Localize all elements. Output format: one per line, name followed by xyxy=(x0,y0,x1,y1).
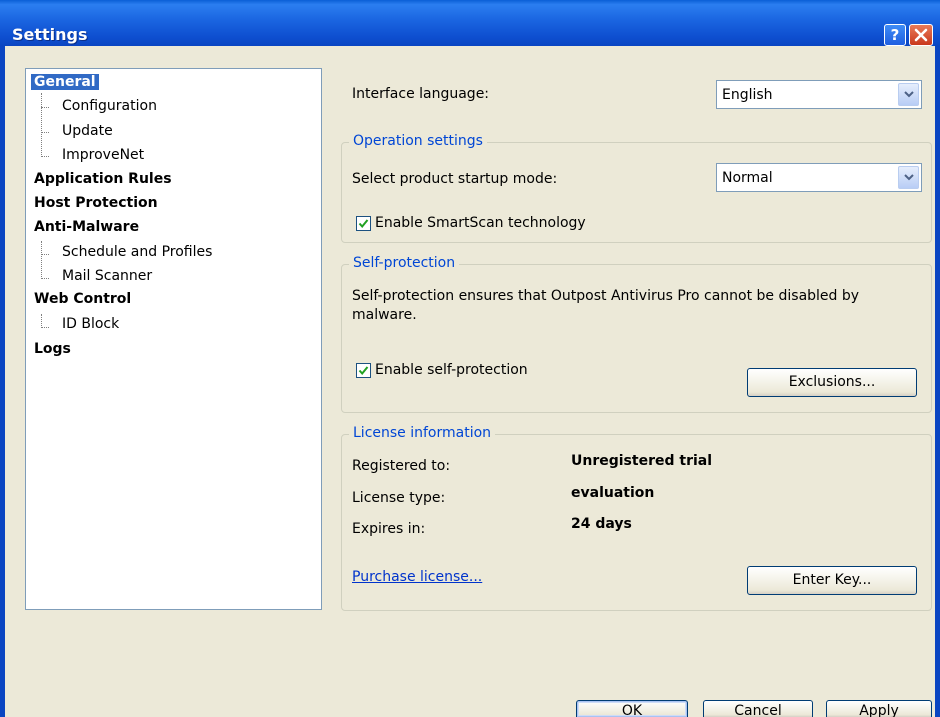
tree-item-update[interactable]: Update xyxy=(62,123,113,139)
window-title: Settings xyxy=(12,25,88,44)
settings-tree[interactable]: General Configuration Update ImproveNet … xyxy=(25,68,322,610)
tree-item-web-control[interactable]: Web Control xyxy=(34,291,131,307)
purchase-license-link[interactable]: Purchase license... xyxy=(352,569,482,585)
title-bar: Settings ? xyxy=(0,0,940,46)
tree-item-application-rules[interactable]: Application Rules xyxy=(34,171,172,187)
operation-settings-title: Operation settings xyxy=(349,133,487,149)
apply-button[interactable]: Apply xyxy=(826,700,932,717)
tree-item-mail-scanner[interactable]: Mail Scanner xyxy=(62,268,152,284)
tree-item-improvenet[interactable]: ImproveNet xyxy=(62,147,144,163)
smartscan-label[interactable]: Enable SmartScan technology xyxy=(375,215,586,231)
registered-to-value: Unregistered trial xyxy=(571,453,713,469)
license-type-value: evaluation xyxy=(571,485,655,501)
license-type-label: License type: xyxy=(352,490,446,506)
startup-mode-label: Select product startup mode: xyxy=(352,171,558,187)
cancel-button[interactable]: Cancel xyxy=(703,700,813,717)
tree-connector xyxy=(41,132,49,133)
self-protection-description: Self-protection ensures that Outpost Ant… xyxy=(352,288,860,323)
settings-window: Settings ? General Configuration Update … xyxy=(0,0,940,717)
tree-item-schedule-and-profiles[interactable]: Schedule and Profiles xyxy=(62,244,212,260)
smartscan-checkbox[interactable] xyxy=(356,216,371,231)
interface-language-dropdown[interactable]: English xyxy=(716,80,922,109)
self-protection-checkbox[interactable] xyxy=(356,363,371,378)
help-icon[interactable]: ? xyxy=(884,24,906,46)
license-info-title: License information xyxy=(349,425,496,441)
tree-connector xyxy=(41,241,42,279)
tree-item-general[interactable]: General xyxy=(31,74,99,90)
window-border-left xyxy=(0,46,5,717)
tree-connector xyxy=(41,107,49,108)
tree-item-host-protection[interactable]: Host Protection xyxy=(34,195,158,211)
close-icon[interactable] xyxy=(909,24,933,46)
tree-connector xyxy=(41,156,49,157)
registered-to-label: Registered to: xyxy=(352,458,451,474)
self-protection-label[interactable]: Enable self-protection xyxy=(375,362,528,378)
tree-connector xyxy=(41,314,42,328)
tree-connector xyxy=(41,327,49,328)
tree-connector xyxy=(41,278,49,279)
interface-language-label: Interface language: xyxy=(352,86,490,102)
chevron-down-icon[interactable] xyxy=(898,166,919,189)
ok-button[interactable]: OK xyxy=(576,700,688,717)
tree-item-logs[interactable]: Logs xyxy=(34,341,71,357)
startup-mode-dropdown[interactable]: Normal xyxy=(716,163,922,192)
tree-item-anti-malware[interactable]: Anti-Malware xyxy=(34,219,139,235)
exclusions-button[interactable]: Exclusions... xyxy=(747,368,917,397)
startup-mode-value: Normal xyxy=(722,170,773,186)
window-border-right xyxy=(935,46,940,717)
tree-connector xyxy=(41,254,49,255)
expires-in-value: 24 days xyxy=(571,516,632,532)
tree-connector xyxy=(41,93,42,157)
tree-item-id-block[interactable]: ID Block xyxy=(62,316,119,332)
enter-key-button[interactable]: Enter Key... xyxy=(747,566,917,595)
self-protection-title: Self-protection xyxy=(349,255,460,271)
chevron-down-icon[interactable] xyxy=(898,83,919,106)
tree-item-configuration[interactable]: Configuration xyxy=(62,98,157,114)
interface-language-value: English xyxy=(722,87,773,103)
expires-in-label: Expires in: xyxy=(352,521,426,537)
